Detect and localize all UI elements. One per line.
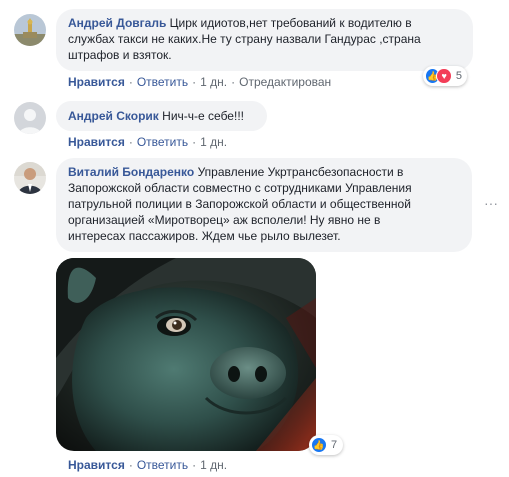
separator: · bbox=[192, 75, 197, 89]
separator: · bbox=[128, 75, 133, 89]
comment-text: Управление Укртрансбезопасности в bbox=[197, 165, 404, 179]
comment-bubble: Андрей Скорик Нич-ч-е себе!!! bbox=[56, 101, 267, 131]
comment-text-line: службах такси не каких.Не ту страну назв… bbox=[68, 32, 421, 46]
comment-actions: Нравится · Ответить · 1 дн. bbox=[68, 458, 227, 472]
comment-author[interactable]: Андрей Довгаль bbox=[68, 16, 166, 30]
reply-link[interactable]: Ответить bbox=[137, 458, 188, 472]
reactions-summary[interactable]: 👍 7 bbox=[309, 435, 343, 455]
comment-text: Цирк идиотов,нет требований к водителю в bbox=[169, 16, 412, 30]
like-reaction-icon: 👍 bbox=[311, 437, 327, 453]
reactions-count: 7 bbox=[331, 439, 338, 451]
reply-link[interactable]: Ответить bbox=[137, 135, 188, 149]
comment-actions: Нравится · Ответить · 1 дн. bbox=[68, 135, 227, 149]
comment-bubble: Виталий Бондаренко Управление Укртрансбе… bbox=[56, 158, 472, 252]
comment-text: Нич-ч-е себе!!! bbox=[162, 109, 244, 123]
separator: · bbox=[231, 75, 236, 89]
timestamp[interactable]: 1 дн. bbox=[200, 458, 227, 472]
comment-text-line: патрульной полиции в Запорожской области… bbox=[68, 197, 411, 211]
comment-bubble: Андрей Довгаль Цирк идиотов,нет требован… bbox=[56, 9, 473, 71]
comment-text-line: организацией «Миротворец» аж всполели! Н… bbox=[68, 213, 381, 227]
reply-link[interactable]: Ответить bbox=[137, 75, 188, 89]
comment-photo[interactable] bbox=[56, 258, 316, 451]
separator: · bbox=[128, 458, 133, 472]
edited-label[interactable]: Отредактирован bbox=[239, 75, 331, 89]
avatar[interactable] bbox=[14, 14, 46, 46]
comment-actions: Нравится · Ответить · 1 дн. · Отредактирован bbox=[68, 75, 331, 89]
timestamp[interactable]: 1 дн. bbox=[200, 75, 227, 89]
avatar[interactable] bbox=[14, 102, 46, 134]
comment-text-line: Запорожской области совместно с сотрудни… bbox=[68, 181, 412, 195]
separator: · bbox=[128, 135, 133, 149]
like-link[interactable]: Нравится bbox=[68, 135, 125, 149]
reactions-summary[interactable]: 👍 ♥ 5 bbox=[423, 66, 467, 86]
comment-text-line: интересах пассажиров. Ждем чье рыло выле… bbox=[68, 229, 341, 243]
comment-text-line: штрафов и взяток. bbox=[68, 48, 172, 62]
like-link[interactable]: Нравится bbox=[68, 458, 125, 472]
reactions-count: 5 bbox=[455, 70, 462, 82]
comment-author[interactable]: Андрей Скорик bbox=[68, 109, 159, 123]
like-link[interactable]: Нравится bbox=[68, 75, 125, 89]
separator: · bbox=[192, 135, 197, 149]
pig-mask-image bbox=[56, 258, 316, 451]
avatar[interactable] bbox=[14, 162, 46, 194]
more-options-icon[interactable]: ··· bbox=[484, 196, 498, 210]
timestamp[interactable]: 1 дн. bbox=[200, 135, 227, 149]
separator: · bbox=[192, 458, 197, 472]
comment-author[interactable]: Виталий Бондаренко bbox=[68, 165, 194, 179]
love-reaction-icon: ♥ bbox=[436, 68, 452, 84]
